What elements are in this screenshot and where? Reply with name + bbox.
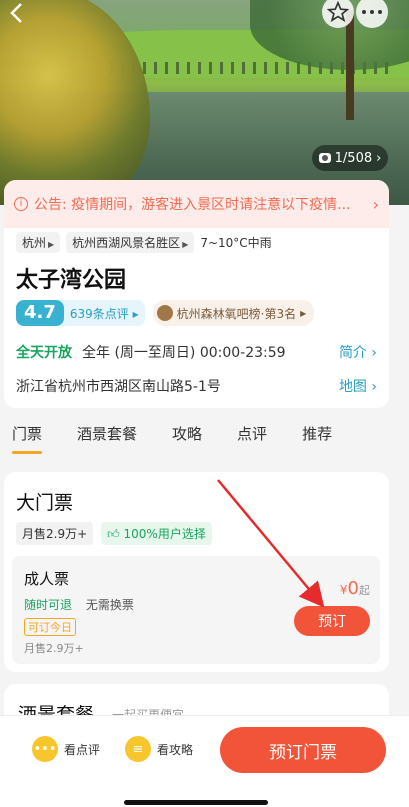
triangle-right-icon: ▶ — [182, 240, 189, 249]
more-dot-icon — [378, 10, 382, 14]
ticket-tags: 月售2.9万+ 👍︎ 100%用户选择 — [16, 522, 212, 545]
address-text: 浙江省杭州市西湖区南山路5-1号 — [16, 379, 221, 395]
camera-icon — [318, 153, 331, 163]
tab-hotel-packages[interactable]: 酒景套餐 — [77, 423, 137, 444]
price-currency: ¥ — [339, 583, 348, 597]
area-tag-label: 杭州西湖风景名胜区 — [72, 236, 181, 250]
ticket-sales: 月售2.9万+ — [24, 642, 84, 655]
opening-hours: 全年 (周一至周日) 00:00-23:59 — [82, 345, 286, 361]
triangle-right-icon: ▶ — [48, 240, 55, 249]
city-tag-label: 杭州 — [22, 236, 47, 250]
view-reviews-label: 看点评 — [64, 742, 101, 757]
triangle-right-icon: ▶ — [300, 308, 307, 318]
rank-pill[interactable]: 杭州森林氧吧榜·第3名 ▶ — [152, 300, 315, 326]
review-count-label: 639条点评 — [69, 306, 129, 321]
view-guides-button[interactable]: ≡ 看攻略 — [125, 736, 193, 762]
tab-recommend[interactable]: 推荐 — [302, 423, 332, 444]
map-link-label: 地图 — [338, 379, 367, 395]
ticket-item[interactable]: 成人票 随时可退 无需换票 可订今日 月售2.9万+ ¥0起 预订 — [12, 556, 380, 664]
hero-tree-trunk — [346, 10, 354, 120]
rating-pill[interactable]: 4.7 639条点评 ▸ — [16, 300, 145, 326]
ticket-name: 成人票 — [24, 570, 70, 588]
medal-icon — [156, 305, 173, 321]
intro-link[interactable]: 简介 › — [339, 342, 377, 362]
back-arrow-icon — [10, 3, 22, 23]
bottom-bar: ••• 看点评 ≡ 看攻略 预订门票 — [0, 715, 409, 807]
area-tag[interactable]: 杭州西湖风景名胜区 ▶ — [66, 232, 195, 253]
refund-feature: 随时可退 — [24, 598, 73, 612]
chevron-right-icon: › — [372, 194, 379, 214]
monthly-sales-badge: 月售2.9万+ — [16, 522, 94, 545]
price-unit: 起 — [359, 584, 370, 597]
star-icon — [327, 1, 349, 23]
rating-row: 4.7 639条点评 ▸ 杭州森林氧吧榜·第3名 ▶ — [16, 300, 315, 326]
address-row: 浙江省杭州市西湖区南山路5-1号 地图 › — [16, 376, 377, 396]
book-tickets-button[interactable]: 预订门票 — [220, 727, 386, 773]
chevron-right-icon: › — [376, 150, 382, 166]
user-choice-label: 100%用户选择 — [123, 527, 206, 541]
chat-bubble-icon: ••• — [32, 736, 58, 762]
map-link[interactable]: 地图 › — [339, 376, 377, 396]
location-tags: 杭州 ▶ 杭州西湖风景名胜区 ▶ 7~10°C中雨 — [16, 232, 272, 253]
document-icon: ≡ — [125, 736, 151, 762]
view-guides-label: 看攻略 — [157, 742, 194, 757]
weather-text: 7~10°C中雨 — [200, 236, 272, 250]
no-exchange-feature: 无需换票 — [85, 598, 134, 612]
ticket-features: 随时可退 无需换票 — [24, 596, 134, 613]
ticket-card: 大门票 月售2.9万+ 👍︎ 100%用户选择 成人票 随时可退 无需换票 可订… — [4, 472, 389, 672]
intro-link-label: 简介 — [338, 345, 367, 361]
tab-guides[interactable]: 攻略 — [172, 423, 202, 444]
page-title: 太子湾公园 — [16, 268, 127, 293]
rating-score: 4.7 — [16, 300, 64, 326]
book-today-badge: 可订今日 — [24, 618, 76, 636]
more-dot-icon — [370, 10, 374, 14]
book-ticket-button[interactable]: 预订 — [294, 606, 370, 636]
hero-photo[interactable]: 1/508 › — [0, 0, 409, 205]
rank-label: 杭州森林氧吧榜·第3名 — [176, 306, 297, 321]
ticket-section-title: 大门票 — [16, 492, 74, 514]
photo-counter[interactable]: 1/508 › — [312, 145, 388, 171]
price-value: 0 — [347, 578, 359, 599]
user-choice-badge: 👍︎ 100%用户选择 — [101, 522, 212, 545]
view-reviews-button[interactable]: ••• 看点评 — [32, 736, 100, 762]
info-card: i 公告: 疫情期间，游客进入景区时请注意以下疫情... › 杭州 ▶ 杭州西湖风… — [4, 180, 389, 408]
photo-counter-text: 1/508 — [334, 150, 373, 166]
notice-text: 公告: 疫情期间，游客进入景区时请注意以下疫情... — [34, 197, 351, 213]
more-dot-icon — [362, 10, 366, 14]
open-status: 全天开放 — [16, 345, 72, 361]
city-tag[interactable]: 杭州 ▶ — [16, 232, 61, 253]
hours-row: 全天开放 全年 (周一至周日) 00:00-23:59 简介 › — [16, 342, 377, 362]
notice-bar[interactable]: i 公告: 疫情期间，游客进入景区时请注意以下疫情... › — [4, 180, 389, 228]
home-indicator[interactable] — [124, 800, 268, 805]
info-icon: i — [14, 197, 28, 211]
ticket-price: ¥0起 — [340, 578, 370, 599]
review-count: 639条点评 ▸ — [69, 306, 139, 321]
tab-tickets[interactable]: 门票 — [12, 423, 43, 454]
section-tabs: 门票 酒景套餐 攻略 点评 推荐 — [0, 408, 409, 458]
thumbs-up-icon: 👍︎ — [107, 527, 120, 541]
tab-reviews[interactable]: 点评 — [237, 423, 267, 444]
